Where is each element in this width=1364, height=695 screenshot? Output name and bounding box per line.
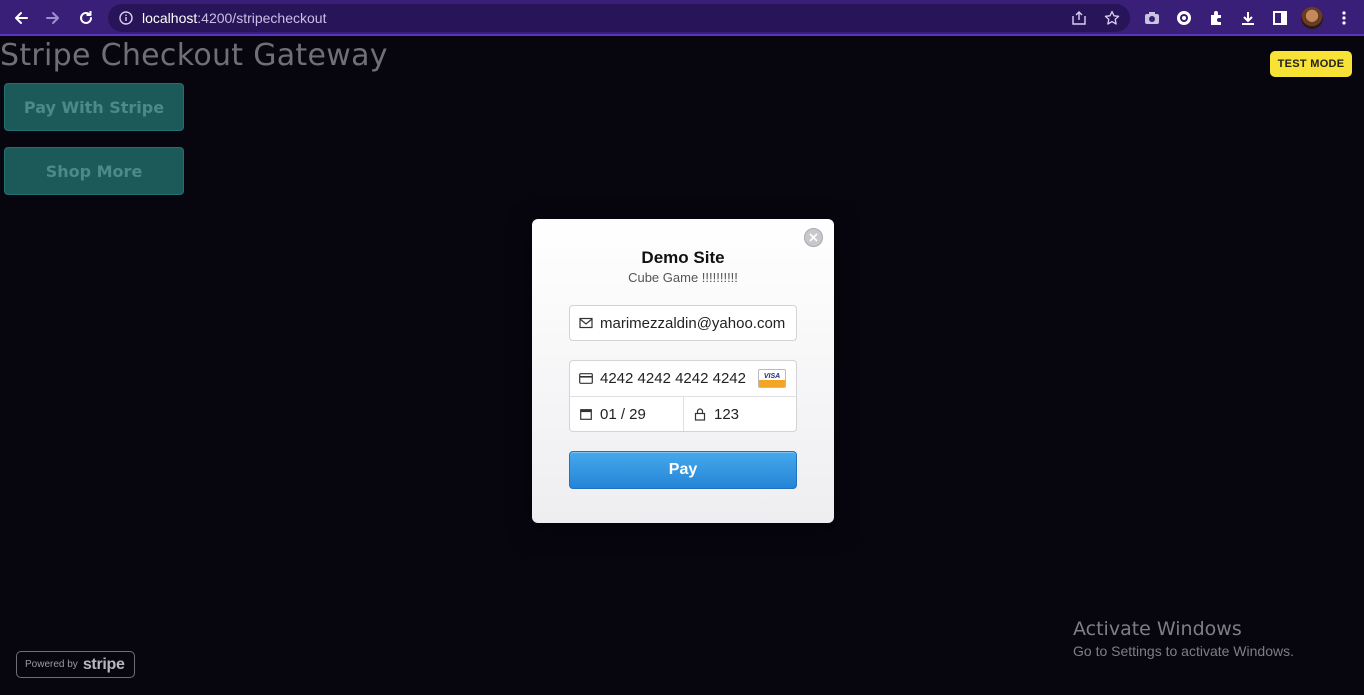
visa-card-icon: VISA <box>758 369 786 388</box>
close-button[interactable] <box>804 228 823 247</box>
camera-icon[interactable] <box>1142 8 1162 28</box>
extension-icon[interactable] <box>1174 8 1194 28</box>
forward-button[interactable] <box>41 6 65 30</box>
back-icon <box>15 12 28 24</box>
stripe-logo: stripe <box>82 655 125 673</box>
avatar[interactable] <box>1301 7 1323 29</box>
address-bar[interactable]: localhost:4200/stripecheckout <box>108 4 1130 32</box>
modal-subtitle: Cube Game !!!!!!!!!! <box>628 270 738 285</box>
activate-title: Activate Windows <box>1073 618 1242 640</box>
activate-subtitle: Go to Settings to activate Windows. <box>1073 643 1294 659</box>
card-brand: VISA <box>763 373 781 380</box>
cvc-value: 123 <box>714 405 740 423</box>
credit-card-icon <box>578 371 594 387</box>
powered-by-label: Powered by <box>25 659 78 670</box>
shop-more-button[interactable]: Shop More <box>4 147 184 195</box>
email-field[interactable]: marimezzaldin@yahoo.com <box>569 305 797 341</box>
pay-with-stripe-button[interactable]: Pay With Stripe <box>4 83 184 131</box>
reload-icon <box>80 11 92 24</box>
page-title: Stripe Checkout Gateway <box>0 38 388 73</box>
url-path: :4200/stripecheckout <box>197 10 327 26</box>
modal-title: Demo Site <box>641 248 725 267</box>
star-icon[interactable] <box>1104 10 1120 26</box>
download-icon[interactable] <box>1238 8 1258 28</box>
card-number-value: 4242 4242 4242 4242 <box>600 370 746 387</box>
powered-by-stripe-badge[interactable]: Powered by stripe <box>16 651 135 678</box>
stripe-checkout-modal: Demo Site Cube Game !!!!!!!!!! marimezza… <box>532 219 834 523</box>
puzzle-icon[interactable] <box>1206 8 1226 28</box>
url-host: localhost <box>142 10 198 26</box>
lock-icon <box>692 406 708 422</box>
card-number-field[interactable]: 4242 4242 4242 4242 VISA <box>570 361 796 397</box>
close-icon <box>809 233 818 242</box>
back-button[interactable] <box>9 6 33 30</box>
card-details-group: 4242 4242 4242 4242 VISA 01 / 29 123 <box>569 360 797 432</box>
expiry-value: 01 / 29 <box>600 405 646 423</box>
windows-activation-watermark: Activate Windows Go to Settings to activ… <box>1073 618 1294 659</box>
mail-icon <box>578 315 594 331</box>
browser-toolbar: localhost:4200/stripecheckout <box>0 0 1364 36</box>
test-mode-badge: TEST MODE <box>1270 51 1352 77</box>
reload-button[interactable] <box>74 6 98 30</box>
sidepanel-icon[interactable] <box>1270 8 1290 28</box>
menu-icon[interactable] <box>1334 8 1354 28</box>
calendar-icon <box>578 406 594 422</box>
url-text[interactable]: localhost:4200/stripecheckout <box>142 10 326 26</box>
share-icon[interactable] <box>1071 10 1087 26</box>
email-value: marimezzaldin@yahoo.com <box>600 314 786 332</box>
forward-icon <box>46 12 59 24</box>
info-icon[interactable] <box>118 10 134 26</box>
cvc-field[interactable]: 123 <box>684 397 796 431</box>
expiry-field[interactable]: 01 / 29 <box>570 397 684 431</box>
pay-button[interactable]: Pay <box>569 451 797 489</box>
